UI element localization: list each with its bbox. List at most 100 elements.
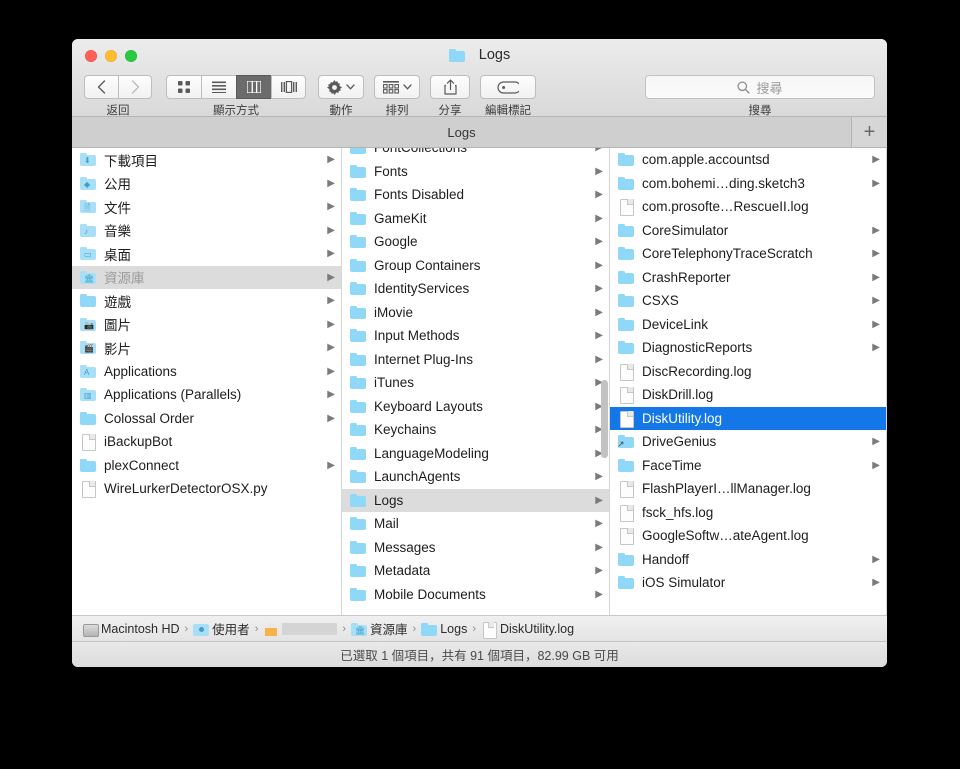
disclosure-arrow-icon: ▶ [872,342,880,354]
column-item[interactable]: Mobile Documents ▶ [342,583,609,607]
breadcrumb-item[interactable] [263,621,338,636]
breadcrumb-item[interactable]: 🏛 資源庫 [351,619,408,638]
path-bar: Macintosh HD › 使用者 › › 🏛 資源庫 › Logs › DiskUtility.… [72,615,887,641]
logs-column[interactable]: com.apple.accountsd ▶ com.bohemi…ding.sket… [610,148,887,615]
column-item-label: fsck_hfs.log [642,504,714,520]
column-item[interactable]: Keyboard Layouts ▶ [342,395,609,419]
column-item[interactable]: ↗ DriveGenius ▶ [610,430,886,454]
column-item[interactable]: Fonts Disabled ▶ [342,183,609,207]
column-item[interactable]: A Applications ▶ [72,360,341,384]
column-item[interactable]: com.prosofte…RescueII.log [610,195,886,219]
column-item[interactable]: Group Containers ▶ [342,254,609,278]
column-item[interactable]: FontCollections ▶ [342,148,609,160]
folder-alias-icon: ↗ [617,434,635,449]
folder-icon [80,411,97,426]
column-item-label: com.apple.accountsd [642,152,770,168]
column-item[interactable]: 遊戲 ▶ [72,289,341,313]
disclosure-arrow-icon: ▶ [872,318,880,330]
action-button[interactable] [318,75,364,99]
search-input[interactable]: 搜尋 [645,75,875,99]
breadcrumb-label-redacted [282,622,338,635]
column-item[interactable]: Keychains ▶ [342,418,609,442]
disclosure-arrow-icon: ▶ [872,436,880,448]
icon-view-button[interactable] [166,75,201,99]
breadcrumb-item[interactable]: Macintosh HD [82,622,180,637]
column-item[interactable]: Metadata ▶ [342,559,609,583]
column-item[interactable]: GameKit ▶ [342,207,609,231]
gallery-view-button[interactable] [271,75,306,99]
column-item[interactable]: com.bohemi…ding.sketch3 ▶ [610,172,886,196]
column-item-label: CoreTelephonyTraceScratch [642,246,813,262]
column-item[interactable]: WireLurkerDetectorOSX.py [72,477,341,501]
column-item[interactable]: 📷 圖片 ▶ [72,313,341,337]
column-item[interactable]: Internet Plug-Ins ▶ [342,348,609,372]
column-item[interactable]: Mail ▶ [342,512,609,536]
column-item[interactable]: DiskDrill.log [610,383,886,407]
column-item[interactable]: fsck_hfs.log [610,501,886,525]
folder-library-icon: 🏛 [80,270,97,285]
column-item[interactable]: plexConnect ▶ [72,454,341,478]
column-item[interactable]: 🗎 文件 ▶ [72,195,341,219]
column-scrollbar[interactable] [601,380,608,458]
column-item[interactable]: Colossal Order ▶ [72,407,341,431]
disclosure-arrow-icon: ▶ [872,224,880,236]
column-item[interactable]: iOS Simulator ▶ [610,571,886,595]
list-view-button[interactable] [201,75,236,99]
column-item[interactable]: DiskUtility.log [610,406,886,430]
column-item[interactable]: 🏛 資源庫 ▶ [72,265,341,289]
column-item[interactable]: DiagnosticReports ▶ [610,336,886,360]
column-item[interactable]: LaunchAgents ▶ [342,465,609,489]
disclosure-arrow-icon: ▶ [327,318,335,330]
breadcrumb-item[interactable]: 使用者 [193,619,250,638]
disclosure-arrow-icon: ▶ [595,236,603,248]
share-button[interactable] [430,75,470,99]
column-item[interactable]: CrashReporter ▶ [610,266,886,290]
column-item[interactable]: FaceTime ▶ [610,454,886,478]
sidebar-column[interactable]: ⬇ 下載項目 ▶ ◆ 公用 ▶ 🗎 文件 ▶ ♪ 音樂 ▶ ▭ 桌面 ▶ 🏛 資源庫 ▶ 遊戲 ▶ 📷 圖片 ▶ 🎬 影片 ▶ A A… [72,148,342,615]
tab-bar: Logs + [72,117,887,148]
breadcrumb-item[interactable]: DiskUtility.log [481,621,574,639]
column-item[interactable]: Messages ▶ [342,536,609,560]
column-item[interactable]: Google ▶ [342,230,609,254]
breadcrumb-label: 使用者 [212,623,250,637]
gear-icon [327,79,342,95]
column-item[interactable]: ◆ 公用 ▶ [72,172,341,196]
new-tab-button[interactable]: + [852,117,887,147]
view-mode-group: 顯示方式 [166,75,306,118]
column-item[interactable]: DiscRecording.log [610,360,886,384]
back-button[interactable] [84,75,118,99]
library-column[interactable]: FontCollections▶Fonts▶Fonts Disabled▶Gam… [342,148,610,615]
column-item[interactable]: IdentityServices ▶ [342,277,609,301]
arrange-button[interactable] [374,75,420,99]
forward-button[interactable] [118,75,152,99]
column-item[interactable]: ▥ Applications (Parallels) ▶ [72,383,341,407]
column-item[interactable]: CSXS ▶ [610,289,886,313]
column-item[interactable]: Fonts ▶ [342,160,609,184]
tab-logs[interactable]: Logs [72,117,852,147]
column-item[interactable]: com.apple.accountsd ▶ [610,148,886,172]
breadcrumb-item[interactable]: Logs [421,622,467,636]
folder-icon [618,340,635,355]
disclosure-arrow-icon: ▶ [327,271,335,283]
column-item-label: plexConnect [104,457,180,473]
column-item[interactable]: 🎬 影片 ▶ [72,336,341,360]
column-item[interactable]: DeviceLink ▶ [610,313,886,337]
column-item[interactable]: LanguageModeling ▶ [342,442,609,466]
column-item[interactable]: ⬇ 下載項目 ▶ [72,148,341,172]
column-item[interactable]: ▭ 桌面 ▶ [72,242,341,266]
column-item[interactable]: GoogleSoftw…ateAgent.log [610,524,886,548]
column-item[interactable]: iBackupBot [72,430,341,454]
column-item[interactable]: Input Methods ▶ [342,324,609,348]
column-item[interactable]: iMovie ▶ [342,301,609,325]
column-item[interactable]: Logs ▶ [342,488,609,512]
column-item[interactable]: CoreSimulator ▶ [610,219,886,243]
column-view-button[interactable] [236,75,271,99]
column-item[interactable]: CoreTelephonyTraceScratch ▶ [610,242,886,266]
column-item[interactable]: ♪ 音樂 ▶ [72,219,341,243]
column-item[interactable]: iTunes ▶ [342,371,609,395]
column-item[interactable]: Handoff ▶ [610,548,886,572]
edit-tags-button[interactable] [480,75,536,99]
folder-icon [350,587,367,602]
column-item[interactable]: FlashPlayerI…llManager.log [610,477,886,501]
tags-group: 編輯標記 [480,75,536,118]
